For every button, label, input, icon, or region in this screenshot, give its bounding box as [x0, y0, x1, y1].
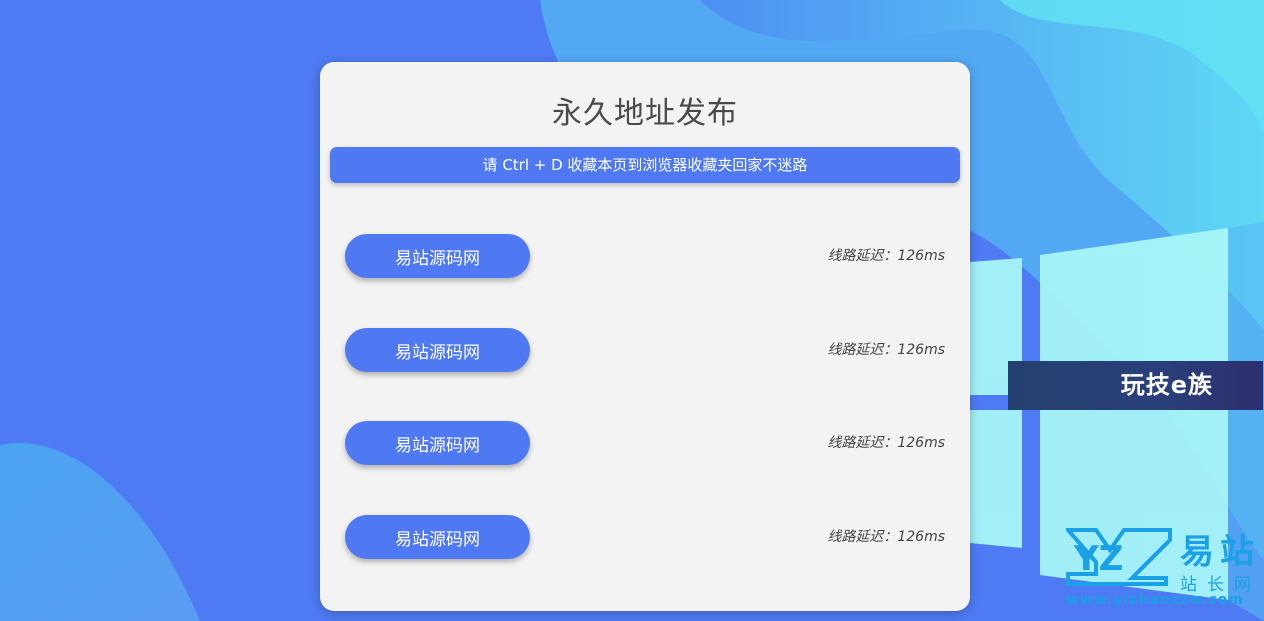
address-card: 永久地址发布 请 Ctrl + D 收藏本页到浏览器收藏夹回家不迷路 易站源码网…	[320, 62, 970, 611]
address-row: 易站源码网 线路延迟：126ms	[345, 328, 945, 372]
page-title: 永久地址发布	[552, 96, 738, 131]
address-row: 易站源码网 线路延迟：126ms	[345, 515, 945, 559]
address-row: 易站源码网 线路延迟：126ms	[345, 421, 945, 465]
site-link-button[interactable]: 易站源码网	[345, 234, 530, 278]
address-row: 易站源码网 线路延迟：126ms	[345, 234, 945, 278]
site-link-button[interactable]: 易站源码网	[345, 515, 530, 559]
watermark-banner: 玩技e族	[1008, 361, 1263, 410]
logo-cn-text: 易站	[1180, 532, 1260, 572]
site-watermark-logo: YZ 易站 站长网 www.yizhanzzw.com	[1066, 524, 1262, 614]
logo-url: www.yizhanzzw.com	[1066, 592, 1244, 608]
bookmark-notice: 请 Ctrl + D 收藏本页到浏览器收藏夹回家不迷路	[330, 147, 960, 183]
latency-label: 线路延迟：126ms	[827, 248, 945, 264]
latency-label: 线路延迟：126ms	[827, 435, 945, 451]
yz-logo-mark: YZ	[1066, 528, 1172, 586]
site-link-button[interactable]: 易站源码网	[345, 328, 530, 372]
latency-label: 线路延迟：126ms	[827, 529, 945, 545]
site-link-button[interactable]: 易站源码网	[345, 421, 530, 465]
latency-label: 线路延迟：126ms	[827, 342, 945, 358]
svg-text:YZ: YZ	[1073, 539, 1123, 579]
